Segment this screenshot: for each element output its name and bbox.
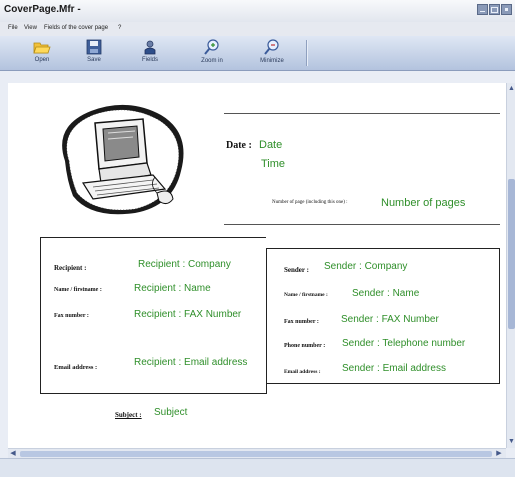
toolbar-separator [306, 40, 308, 66]
sender-phone-label: Phone number : [284, 343, 326, 349]
time-field[interactable]: Time [261, 158, 285, 170]
sender-box-left [266, 248, 267, 394]
fields-icon [144, 40, 156, 55]
date-field[interactable]: Date [259, 139, 282, 151]
menu-bar: File View Fields of the cover page ? [0, 22, 515, 37]
vertical-scrollbar[interactable]: ▲ ▼ [506, 83, 515, 448]
title-bar[interactable]: CoverPage.Mfr - [0, 0, 515, 23]
save-label: Save [87, 57, 101, 63]
vertical-scroll-thumb[interactable] [508, 179, 515, 329]
folder-open-icon [33, 42, 51, 54]
window-controls [477, 4, 512, 15]
sender-box-right [499, 248, 500, 383]
status-bar [0, 458, 515, 477]
subject-field[interactable]: Subject [154, 407, 187, 418]
toolbar: Open Save Fields Zoom in Minimize [0, 36, 515, 71]
sender-box-bottom [266, 383, 500, 384]
sender-fax-label: Fax number : [284, 319, 319, 325]
recipient-email-field[interactable]: Recipient : Email address [134, 357, 247, 368]
scroll-down-arrow-icon[interactable]: ▼ [507, 437, 515, 446]
sender-name-field[interactable]: Sender : Name [352, 288, 419, 299]
sender-company-field[interactable]: Sender : Company [324, 261, 407, 272]
recipient-company-label: Recipient : [54, 264, 87, 272]
recipient-box-left [40, 237, 41, 394]
sender-phone-field[interactable]: Sender : Telephone number [342, 338, 465, 349]
zoom-out-icon [264, 39, 279, 55]
recipient-name-field[interactable]: Recipient : Name [134, 283, 211, 294]
fields-label: Fields [141, 57, 158, 63]
floppy-disk-icon [86, 39, 102, 55]
sender-name-label: Name / firstname : [284, 292, 328, 298]
open-label: Open [34, 57, 50, 63]
maximize-window-button[interactable] [489, 4, 500, 15]
window-title: CoverPage.Mfr - [4, 4, 81, 15]
save-button[interactable]: Save [70, 39, 118, 69]
sender-company-label: Sender : [284, 266, 309, 274]
subject-label: Subject : [115, 411, 142, 419]
sender-box-top [266, 248, 500, 249]
header-bottom-rule [224, 224, 500, 225]
menu-help[interactable]: ? [118, 25, 121, 31]
computer-clipart [62, 104, 184, 215]
horizontal-scroll-thumb[interactable] [20, 451, 492, 457]
recipient-fax-field[interactable]: Recipient : FAX Number [134, 309, 241, 320]
zoom-in-label: Zoom in [201, 58, 223, 64]
date-label: Date : [226, 140, 252, 151]
minimize-label: Minimize [260, 58, 284, 64]
recipient-fax-label: Fax number : [54, 313, 89, 319]
minimize-window-button[interactable] [477, 4, 488, 15]
pages-field[interactable]: Number of pages [381, 197, 465, 209]
sender-email-label: Email address : [284, 369, 321, 375]
sender-fax-field[interactable]: Sender : FAX Number [341, 314, 439, 325]
zoom-in-icon [204, 39, 219, 55]
menu-fields-of-cover-page[interactable]: Fields of the cover page [44, 25, 108, 31]
recipient-email-label: Email address : [54, 364, 98, 371]
open-button[interactable]: Open [18, 39, 66, 69]
close-window-button[interactable] [501, 4, 512, 15]
minimize-button[interactable]: Minimize [248, 39, 296, 69]
header-top-rule [224, 113, 500, 114]
recipient-name-label: Name / firstname : [54, 287, 102, 293]
cover-page-canvas[interactable]: Date : Date Time Number of page (includi… [8, 83, 506, 448]
recipient-box-top [40, 237, 266, 238]
pages-label: Number of page (including this one) : [272, 200, 348, 205]
menu-view[interactable]: View [24, 25, 37, 31]
scroll-up-arrow-icon[interactable]: ▲ [507, 84, 515, 93]
menu-file[interactable]: File [8, 25, 18, 31]
recipient-box-bottom [40, 393, 266, 394]
recipient-company-field[interactable]: Recipient : Company [138, 259, 231, 270]
sender-email-field[interactable]: Sender : Email address [342, 363, 446, 374]
app-window: CoverPage.Mfr - File View Fields of the … [0, 0, 515, 477]
fields-button[interactable]: Fields [126, 39, 174, 69]
zoom-in-button[interactable]: Zoom in [188, 39, 236, 69]
